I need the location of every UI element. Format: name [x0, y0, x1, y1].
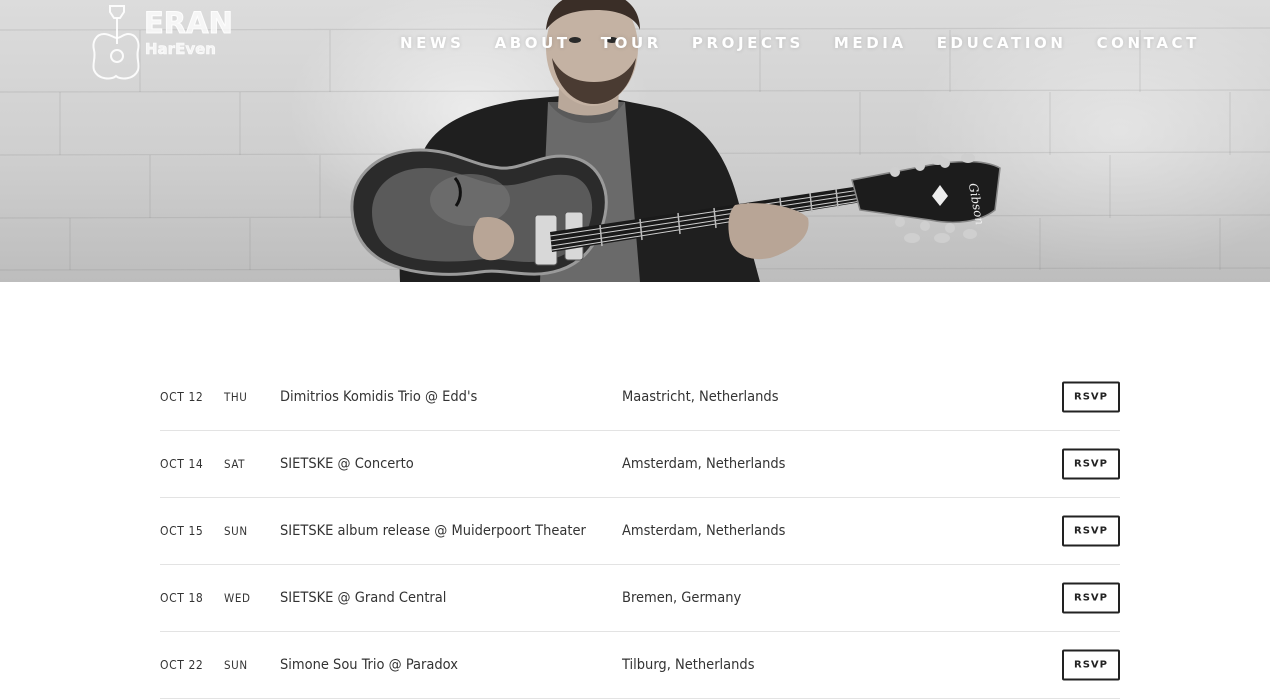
- tour-row: OCT 22 SUN Simone Sou Trio @ Paradox Til…: [160, 632, 1120, 699]
- rsvp-button[interactable]: RSVP: [1062, 448, 1120, 480]
- event-day: SAT: [224, 457, 246, 471]
- event-location: Tilburg, Netherlands: [622, 657, 755, 673]
- event-date: OCT 15: [160, 524, 204, 538]
- logo-name-line2: HarEven: [145, 40, 217, 59]
- tour-row: OCT 14 SAT SIETSKE @ Concerto Amsterdam,…: [160, 431, 1120, 498]
- tour-row: OCT 12 THU Dimitrios Komidis Trio @ Edd'…: [160, 364, 1120, 431]
- event-day: WED: [224, 591, 251, 605]
- event-day: THU: [224, 390, 248, 404]
- event-location: Amsterdam, Netherlands: [622, 456, 786, 472]
- rsvp-button[interactable]: RSVP: [1062, 649, 1120, 681]
- event-date: OCT 18: [160, 591, 204, 605]
- event-title: Simone Sou Trio @ Paradox: [280, 657, 458, 673]
- rsvp-button[interactable]: RSVP: [1062, 381, 1120, 413]
- site-logo[interactable]: ERAN HarEven: [90, 4, 242, 82]
- event-title: SIETSKE album release @ Muiderpoort Thea…: [280, 523, 586, 539]
- nav-media[interactable]: MEDIA: [834, 34, 907, 52]
- guitar-logo-icon: [92, 5, 140, 80]
- event-day: SUN: [224, 524, 248, 538]
- tour-dates-list: OCT 12 THU Dimitrios Komidis Trio @ Edd'…: [160, 364, 1120, 699]
- event-location: Amsterdam, Netherlands: [622, 523, 786, 539]
- event-day: SUN: [224, 658, 248, 672]
- left-hand: [728, 203, 809, 260]
- event-date: OCT 14: [160, 457, 204, 471]
- event-title: Dimitrios Komidis Trio @ Edd's: [280, 389, 478, 405]
- event-title: SIETSKE @ Grand Central: [280, 590, 447, 606]
- rsvp-button[interactable]: RSVP: [1062, 582, 1120, 614]
- nav-education[interactable]: EDUCATION: [937, 34, 1067, 52]
- main-nav: NEWS ABOUT TOUR PROJECTS MEDIA EDUCATION…: [370, 34, 1200, 52]
- nav-projects[interactable]: PROJECTS: [692, 34, 804, 52]
- event-location: Maastricht, Netherlands: [622, 389, 779, 405]
- hero-banner: Gibson ERAN HarEven NEWS ABOUT TOUR PROJ…: [0, 0, 1270, 282]
- nav-news[interactable]: NEWS: [400, 34, 465, 52]
- event-date: OCT 22: [160, 658, 204, 672]
- nav-about[interactable]: ABOUT: [495, 34, 571, 52]
- event-location: Bremen, Germany: [622, 590, 742, 606]
- logo-name-line1: ERAN: [144, 6, 234, 41]
- tour-row: OCT 18 WED SIETSKE @ Grand Central Breme…: [160, 565, 1120, 632]
- rsvp-button[interactable]: RSVP: [1062, 515, 1120, 547]
- event-date: OCT 12: [160, 390, 204, 404]
- nav-contact[interactable]: CONTACT: [1097, 34, 1200, 52]
- tour-row: OCT 15 SUN SIETSKE album release @ Muide…: [160, 498, 1120, 565]
- event-title: SIETSKE @ Concerto: [280, 456, 414, 472]
- nav-tour[interactable]: TOUR: [601, 34, 662, 52]
